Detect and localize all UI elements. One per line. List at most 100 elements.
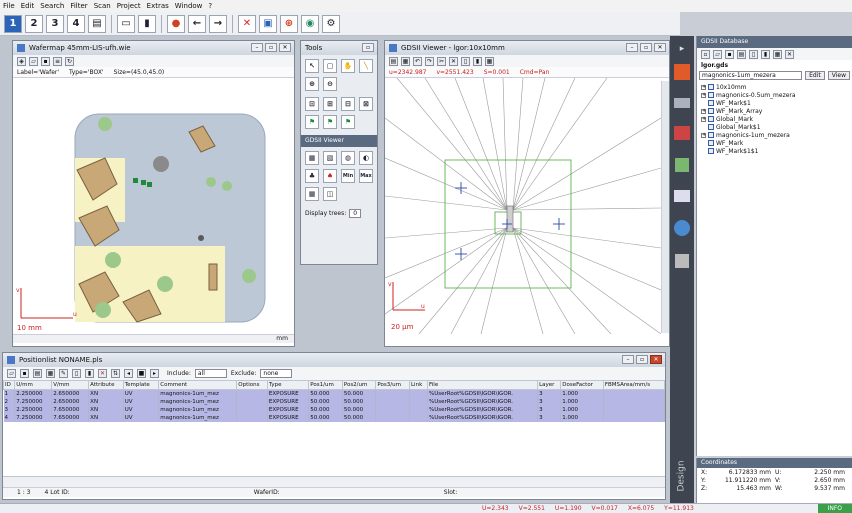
xy-stage-icon[interactable] <box>674 126 690 140</box>
minimize-button[interactable]: – <box>622 355 634 364</box>
column-header[interactable]: Pos3/um <box>375 380 410 390</box>
wrench-icon[interactable] <box>675 254 689 268</box>
delete-icon[interactable]: ✕ <box>449 56 458 66</box>
table-row[interactable]: 2 7.250000 2.650000 XN UV magnonics-1um_mez EX… <box>3 397 665 406</box>
refresh-icon[interactable]: ↻ <box>65 56 74 66</box>
next-icon[interactable]: ▸ <box>150 369 159 378</box>
menu-filter[interactable]: Filter <box>70 2 87 10</box>
tree-item[interactable]: WF_Mark$1$1 <box>701 147 848 155</box>
wafermap-title-bar[interactable]: Wafermap 45mm-LIS-ufh.wie – ▫ ✕ <box>13 41 294 55</box>
stop-icon[interactable]: ■ <box>137 369 146 378</box>
close-button[interactable]: ✕ <box>650 355 662 364</box>
menu-file[interactable]: File <box>3 2 15 10</box>
tree-item[interactable]: Global_Mark$1 <box>701 123 848 131</box>
flag-add-icon[interactable]: ⚑ <box>323 115 337 129</box>
hierarchy-icon[interactable]: ♠ <box>323 169 337 183</box>
open-icon[interactable]: ▱ <box>7 369 16 378</box>
tree-item[interactable]: + magnonics-1um_mezera <box>701 131 848 139</box>
minimize-button[interactable]: – <box>251 43 263 52</box>
column-header[interactable]: Attribute <box>88 380 124 390</box>
redo-icon[interactable]: ↷ <box>425 56 434 66</box>
save-icon[interactable]: ▪ <box>725 49 734 59</box>
zoom-out-icon[interactable]: ⊖ <box>323 77 337 91</box>
layer-fill-icon[interactable]: ▦ <box>305 151 319 165</box>
close-button[interactable]: ✕ <box>279 43 291 52</box>
positionlist-title-bar[interactable]: Positionlist NONAME.pls – ▫ ✕ <box>3 353 665 367</box>
layer-zoom-icon[interactable]: ◍ <box>341 151 355 165</box>
menu-search[interactable]: Search <box>40 2 64 10</box>
copy-icon[interactable]: ▯ <box>749 49 758 59</box>
menu-extras[interactable]: Extras <box>147 2 169 10</box>
save-icon[interactable]: ▪ <box>41 56 50 66</box>
column-header[interactable]: U/mm <box>14 380 53 390</box>
flag-green-icon[interactable]: ⚑ <box>305 115 319 129</box>
column-header[interactable]: ID <box>3 380 16 390</box>
ruler-icon[interactable]: ╲ <box>359 59 373 73</box>
print-icon[interactable]: ▤ <box>33 369 42 378</box>
min-button[interactable]: Min <box>341 169 355 183</box>
tools-title-bar[interactable]: Tools ▫ <box>301 41 377 55</box>
restore-button[interactable]: ▫ <box>265 43 277 52</box>
copy-icon[interactable]: ▯ <box>461 56 470 66</box>
tree-expander[interactable]: + <box>701 116 706 122</box>
globe-icon[interactable] <box>674 220 690 236</box>
exclude-select[interactable]: none <box>260 369 293 378</box>
new-icon[interactable]: ▫ <box>701 49 710 59</box>
arrow-left-icon[interactable]: ← <box>188 14 206 33</box>
layers-icon[interactable]: ≡ <box>53 56 62 66</box>
view-1-button[interactable]: 1 <box>4 14 22 33</box>
table-row[interactable]: 4 7.250000 7.650000 XN UV magnonics-1um_mez EX… <box>3 413 665 422</box>
layer-hide-icon[interactable]: ◐ <box>359 151 373 165</box>
menu-window[interactable]: Window <box>175 2 203 10</box>
stop-icon[interactable]: ● <box>167 14 185 33</box>
globe-icon[interactable]: ◉ <box>301 14 319 33</box>
close-icon[interactable]: ✕ <box>785 49 794 59</box>
save-layout-icon[interactable]: ▤ <box>88 14 106 33</box>
menu-help[interactable]: ? <box>208 2 212 10</box>
import-icon[interactable]: ▤ <box>737 49 746 59</box>
close-button[interactable]: ▫ <box>362 43 374 52</box>
expand-arrow-icon[interactable]: ▸ <box>670 44 694 54</box>
gdsii-viewer-title-bar[interactable]: GDSII Viewer - lgor:10x10mm – ▫ ✕ <box>385 41 669 55</box>
tree-expander[interactable]: + <box>701 84 706 90</box>
wafermap-canvas[interactable]: u v 10 mm <box>13 78 294 334</box>
positionlist-hscrollbar[interactable] <box>3 476 665 487</box>
wafer-icon[interactable]: ◈ <box>17 56 26 66</box>
view-2-button[interactable]: 2 <box>25 14 43 33</box>
move-icon[interactable]: ▦ <box>773 49 782 59</box>
tree-item[interactable]: + WF_Mark_Array <box>701 107 848 115</box>
include-select[interactable]: all <box>194 369 227 378</box>
column-header[interactable]: Comment <box>158 380 238 390</box>
structure-select[interactable]: magnonics-1um_mezera <box>699 71 803 80</box>
restore-button[interactable]: ▫ <box>636 355 648 364</box>
tree-item[interactable]: WF_Mark$1 <box>701 99 848 107</box>
zoom-prev-icon[interactable]: ⊟ <box>341 97 355 111</box>
minimize-button[interactable]: – <box>626 43 638 52</box>
view-3-button[interactable]: 3 <box>46 14 64 33</box>
close-button[interactable]: ✕ <box>654 43 666 52</box>
save-icon[interactable]: ▪ <box>20 369 29 378</box>
column-header[interactable]: Type <box>266 380 310 390</box>
split-icon[interactable]: ◫ <box>323 187 337 201</box>
paste-icon[interactable]: ▮ <box>85 369 94 378</box>
column-header[interactable]: V/mm <box>51 380 90 390</box>
menu-project[interactable]: Project <box>117 2 141 10</box>
table-row[interactable]: 3 2.250000 7.650000 XN UV magnonics-1um_mez EX… <box>3 405 665 414</box>
column-header[interactable]: Template <box>122 380 160 390</box>
restore-button[interactable]: ▫ <box>640 43 652 52</box>
tree-item[interactable]: + magnonics-0.5um_mezera <box>701 91 848 99</box>
view-button[interactable]: View <box>827 71 850 80</box>
zoom-fit-icon[interactable]: ⊞ <box>323 97 337 111</box>
open-icon[interactable]: ▱ <box>29 56 38 66</box>
pointer-icon[interactable]: ↖ <box>305 59 319 73</box>
copy-icon[interactable]: ▯ <box>72 369 81 378</box>
arrow-right-icon[interactable]: → <box>209 14 227 33</box>
menu-edit[interactable]: Edit <box>21 2 35 10</box>
zoom-all-icon[interactable]: ⊠ <box>359 97 373 111</box>
printer-icon[interactable] <box>674 190 690 202</box>
column-header[interactable]: Layer <box>537 380 562 390</box>
tree-expander[interactable]: + <box>701 92 706 98</box>
layer-outline-icon[interactable]: ▧ <box>323 151 337 165</box>
table-icon[interactable]: ▦ <box>46 369 55 378</box>
target-icon[interactable]: ⊕ <box>280 14 298 33</box>
